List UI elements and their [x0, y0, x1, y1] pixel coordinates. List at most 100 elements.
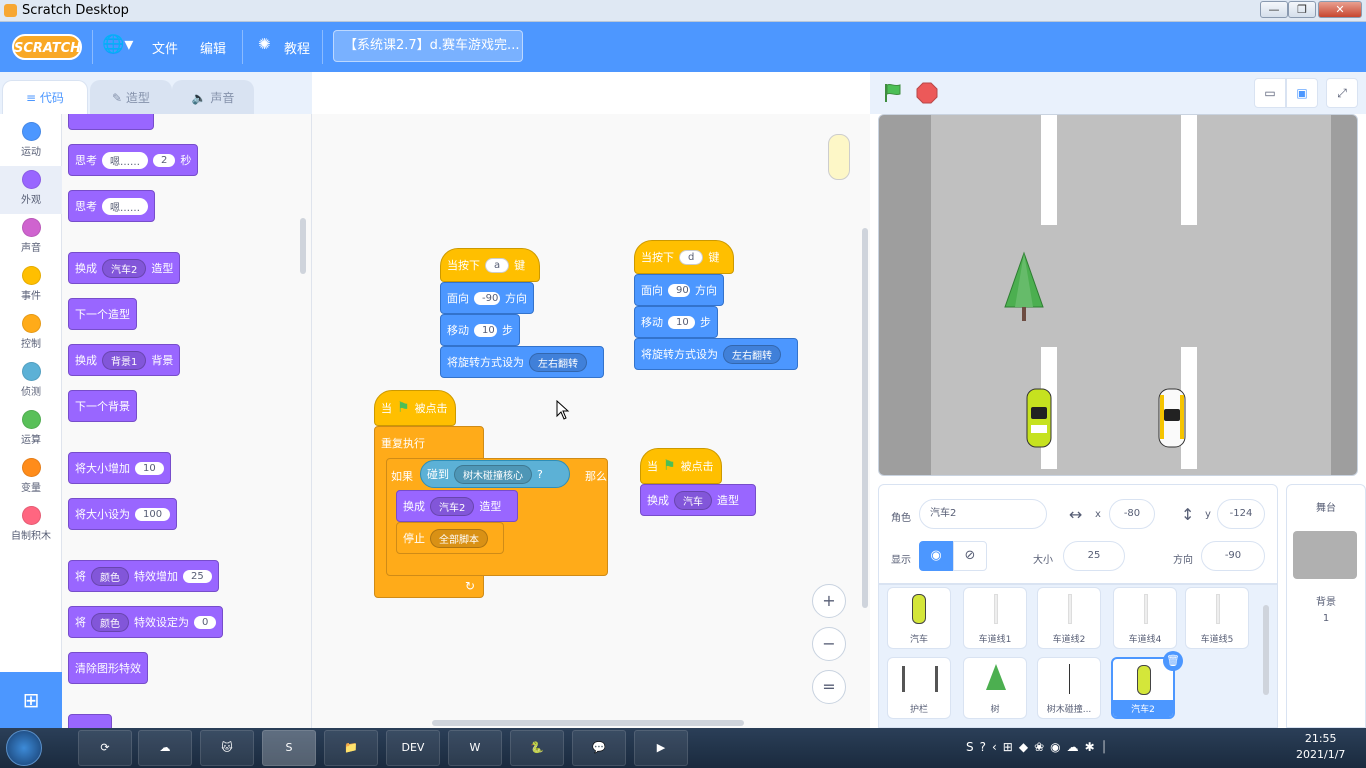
maximize-button[interactable]: ❐ [1288, 1, 1316, 18]
start-button-icon[interactable] [6, 730, 42, 766]
zoom-reset-button[interactable]: = [812, 670, 846, 704]
small-stage-button[interactable]: ▭ [1254, 78, 1286, 108]
when-flag-clicked-block[interactable]: 当 ⚑ 被点击 [374, 390, 456, 426]
x-position-input[interactable]: -80 [1109, 499, 1155, 529]
sprite-tile-9[interactable]: 汽车2 🗑 [1111, 651, 1183, 719]
zoom-out-button[interactable]: − [812, 627, 846, 661]
stage-canvas[interactable] [878, 114, 1358, 476]
sprite-tile-3[interactable]: 车道线2 [1037, 587, 1101, 649]
fullscreen-button[interactable]: ⤢ [1326, 78, 1358, 108]
category-sound[interactable]: 声音 [0, 216, 62, 262]
palette-switch-backdrop-block[interactable]: 换成 背景1 背景 [68, 344, 181, 376]
palette-block-partial[interactable] [68, 114, 154, 130]
palette-set-size-block[interactable]: 将大小设为 100 [68, 498, 178, 530]
zoom-in-button[interactable]: + [812, 584, 846, 618]
palette-think-secs-block[interactable]: 思考 嗯…… 2 秒 [68, 144, 199, 176]
language-globe-icon[interactable]: 🌐▾ [102, 34, 133, 55]
category-events[interactable]: 事件 [0, 264, 62, 310]
delete-sprite-icon[interactable]: 🗑 [1163, 651, 1183, 671]
minimize-button[interactable]: — [1260, 1, 1288, 18]
point-direction-block[interactable]: 面向 -90 方向 [440, 282, 534, 314]
palette-clear-effects-block[interactable]: 清除图形特效 [68, 652, 148, 684]
scratch-cat-icon[interactable]: 🐱 [200, 730, 254, 766]
sprite-tile-6[interactable]: 护栏 [887, 657, 951, 719]
move-steps-block[interactable]: 移动 10 步 [440, 314, 520, 346]
sprite-tile-1[interactable]: 汽车 [887, 587, 951, 649]
category-operators[interactable]: 运算 [0, 408, 62, 454]
category-motion[interactable]: 运动 [0, 120, 62, 166]
when-key-a-pressed-block[interactable]: 当按下 a 键 [440, 248, 540, 282]
x-arrows-icon: ↔ [1069, 505, 1083, 524]
palette-scrollbar[interactable] [300, 218, 306, 274]
file-explorer-icon[interactable]: 📁 [324, 730, 378, 766]
palette-think-block[interactable]: 思考 嗯…… [68, 190, 155, 222]
file-menu[interactable]: 文件 [152, 38, 178, 57]
add-extension-button[interactable]: ⊞ [0, 672, 62, 728]
tab-costumes[interactable]: ✎ 造型 [90, 80, 172, 114]
onedrive-icon[interactable]: ☁ [138, 730, 192, 766]
close-button[interactable]: ✕ [1318, 1, 1362, 18]
sprite-tile-7[interactable]: 树 [963, 657, 1027, 719]
category-control[interactable]: 控制 [0, 312, 62, 358]
point-direction-block[interactable]: 面向 90 方向 [634, 274, 724, 306]
palette-next-costume-block[interactable]: 下一个造型 [68, 298, 137, 330]
palette-set-effect-block[interactable]: 将颜色 特效设定为 0 [68, 606, 224, 638]
touching-sensing-block[interactable]: 碰到 树木碰撞核心? [420, 460, 570, 488]
sprite-tile-2[interactable]: 车道线1 [963, 587, 1027, 649]
wechat-icon[interactable]: 💬 [572, 730, 626, 766]
green-flag-icon: ⚑ [663, 458, 676, 474]
category-dot [21, 122, 41, 141]
normal-stage-button[interactable]: ▣ [1286, 78, 1318, 108]
media-player-icon[interactable]: ▶ [634, 730, 688, 766]
switch-costume-block[interactable]: 换成 汽车2 造型 [396, 490, 518, 522]
browser-icon[interactable]: ⟳ [78, 730, 132, 766]
when-key-d-pressed-block[interactable]: 当按下 d 键 [634, 240, 734, 274]
y-position-input[interactable]: -124 [1217, 499, 1265, 529]
direction-input[interactable]: -90 [1201, 541, 1265, 571]
code-workspace[interactable]: 当按下 a 键 面向 -90 方向 移动 10 步 将旋转方式设为 左右翻转 当按下 d 键 面向… [312, 114, 870, 728]
edit-menu[interactable]: 编辑 [200, 38, 226, 57]
green-flag-button[interactable] [882, 82, 904, 104]
tutorials-menu[interactable]: 教程 [284, 38, 310, 57]
system-tray-icons[interactable]: S?‹⊞◆❀◉☁✱⏐ [966, 740, 1113, 755]
show-sprite-eye-icon[interactable]: ◉ [919, 541, 953, 571]
stage-selector-panel[interactable]: 舞台 背景 1 [1286, 484, 1366, 728]
stop-button[interactable] [916, 82, 938, 104]
tab-code[interactable]: ≡ 代码 [2, 80, 88, 114]
dev-cpp-icon[interactable]: DEV [386, 730, 440, 766]
move-steps-block[interactable]: 移动 10 步 [634, 306, 718, 338]
when-flag-clicked-block[interactable]: 当 ⚑ 被点击 [640, 448, 722, 484]
sprite-tile-4[interactable]: 车道线4 [1113, 587, 1177, 649]
workspace-horizontal-scrollbar[interactable] [432, 720, 744, 726]
category-looks[interactable]: 外观 [0, 166, 62, 214]
category-my-blocks[interactable]: 自制积木 [0, 504, 62, 550]
category-sensing[interactable]: 侦测 [0, 360, 62, 406]
project-title-input[interactable]: 【系统课2.7】d.赛车游戏完... [333, 30, 523, 62]
palette-block-partial-bottom[interactable] [68, 714, 112, 728]
sprite-tile-5[interactable]: 车道线5 [1185, 587, 1249, 649]
stop-block[interactable]: 停止 全部脚本 [396, 522, 504, 554]
taskbar-clock[interactable]: 21:55 2021/1/7 [1296, 731, 1345, 763]
workspace-vertical-scrollbar[interactable] [862, 228, 868, 608]
wps-icon[interactable]: W [448, 730, 502, 766]
sprite-tile-8[interactable]: 树木碰撞... [1037, 657, 1101, 719]
set-rotation-style-block[interactable]: 将旋转方式设为 左右翻转 [440, 346, 604, 378]
tab-sounds[interactable]: 🔈 声音 [172, 80, 254, 114]
sprite-list-scrollbar[interactable] [1263, 605, 1269, 695]
lane-line [1041, 115, 1057, 225]
switch-costume-block[interactable]: 换成 汽车 造型 [640, 484, 756, 516]
stage-backdrop-thumbnail[interactable] [1293, 531, 1357, 579]
palette-switch-costume-block[interactable]: 换成 汽车2 造型 [68, 252, 181, 284]
scratch-desktop-taskbar-icon[interactable]: S [262, 730, 316, 766]
lightbulb-icon[interactable]: ✺ [258, 35, 271, 53]
hide-sprite-eye-off-icon[interactable]: ⊘ [953, 541, 987, 571]
palette-change-effect-block[interactable]: 将颜色 特效增加 25 [68, 560, 219, 592]
palette-change-size-block[interactable]: 将大小增加 10 [68, 452, 171, 484]
palette-next-backdrop-block[interactable]: 下一个背景 [68, 390, 137, 422]
sprite-name-input[interactable]: 汽车2 [919, 499, 1047, 529]
scratch-logo[interactable]: SCRATCH [12, 34, 82, 60]
python-icon[interactable]: 🐍 [510, 730, 564, 766]
category-variables[interactable]: 变量 [0, 456, 62, 502]
size-input[interactable]: 25 [1063, 541, 1125, 571]
set-rotation-style-block[interactable]: 将旋转方式设为 左右翻转 [634, 338, 798, 370]
